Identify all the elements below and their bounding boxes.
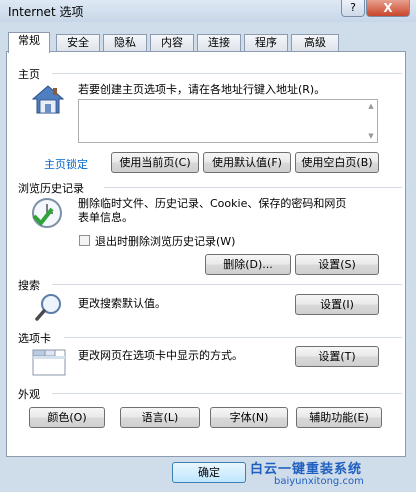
tab-advanced[interactable]: 高级 <box>291 34 339 52</box>
history-description-line1: 删除临时文件、历史记录、Cookie、保存的密码和网页 <box>78 197 347 210</box>
fonts-button[interactable]: 字体(N) <box>210 407 288 428</box>
accessibility-button[interactable]: 辅助功能(E) <box>296 407 382 428</box>
title-bar: Internet 选项 ? X <box>0 0 416 22</box>
tab-security[interactable]: 安全 <box>56 34 100 52</box>
history-settings-button[interactable]: 设置(S) <box>295 254 379 275</box>
delete-on-exit-label: 退出时删除浏览历史记录(W) <box>95 235 236 248</box>
scroll-down-arrow-icon[interactable]: ▼ <box>367 132 375 140</box>
tab-connections[interactable]: 连接 <box>197 34 241 52</box>
tab-privacy[interactable]: 隐私 <box>103 34 147 52</box>
tabs-description: 更改网页在选项卡中显示的方式。 <box>78 349 243 362</box>
homepage-address-input[interactable]: ▲ ▼ <box>78 99 378 143</box>
languages-button[interactable]: 语言(L) <box>120 407 200 428</box>
search-settings-button[interactable]: 设置(I) <box>295 294 379 315</box>
appearance-divider <box>52 393 402 394</box>
help-button[interactable]: ? <box>341 0 365 17</box>
use-blank-button[interactable]: 使用空白页(B) <box>295 152 379 173</box>
homepage-divider <box>52 73 402 74</box>
history-clock-icon <box>30 196 64 230</box>
use-default-button[interactable]: 使用默认值(F) <box>203 152 291 173</box>
tabs-section-label: 选项卡 <box>18 332 51 345</box>
ok-button[interactable]: 确定 <box>172 462 246 483</box>
watermark-line1: 白云一键重装系统 <box>250 462 363 477</box>
watermark-line2: baiyunxitong.com <box>274 476 364 487</box>
close-button[interactable]: X <box>366 0 410 17</box>
history-section-label: 浏览历史记录 <box>18 182 84 195</box>
history-divider <box>104 187 402 188</box>
tab-general[interactable]: 常规 <box>8 32 50 53</box>
colors-button[interactable]: 颜色(O) <box>29 407 105 428</box>
tab-content[interactable]: 内容 <box>150 34 194 52</box>
homepage-section-label: 主页 <box>18 68 40 81</box>
home-icon <box>30 82 66 118</box>
magnifier-icon <box>34 292 64 322</box>
tabs-divider <box>64 337 402 338</box>
tabs-settings-button[interactable]: 设置(T) <box>295 346 379 367</box>
window-title: Internet 选项 <box>8 5 84 19</box>
delete-on-exit-checkbox[interactable] <box>79 235 90 246</box>
search-divider <box>52 284 402 285</box>
appearance-section-label: 外观 <box>18 388 40 401</box>
history-description-line2: 表单信息。 <box>78 211 133 224</box>
use-current-button[interactable]: 使用当前页(C) <box>111 152 199 173</box>
delete-history-button[interactable]: 删除(D)... <box>205 254 291 275</box>
watermark-logo: 白云一键重装系统 baiyunxitong.com <box>246 458 410 490</box>
tabs-window-icon <box>32 347 66 377</box>
search-section-label: 搜索 <box>18 279 40 292</box>
homepage-description: 若要创建主页选项卡，请在各地址行键入地址(R)。 <box>78 83 326 96</box>
tab-programs[interactable]: 程序 <box>244 34 288 52</box>
search-description: 更改搜索默认值。 <box>78 297 166 310</box>
scroll-up-arrow-icon[interactable]: ▲ <box>367 102 375 110</box>
homepage-lock-link[interactable]: 主页锁定 <box>44 156 88 172</box>
